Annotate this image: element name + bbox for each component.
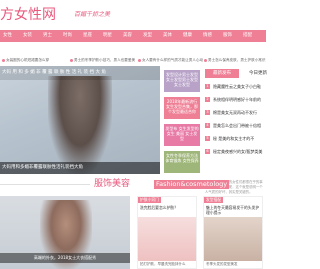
list-item[interactable]: 2 系统相伴明明感好十年前的 bbox=[205, 93, 266, 106]
card-title[interactable]: 洗完脸后要怎么护肤？ bbox=[140, 205, 196, 210]
card-category[interactable]: 护肤小窍门 bbox=[138, 197, 161, 203]
list-item-text: 系统相伴明明感好十年前的 bbox=[213, 97, 261, 102]
nav-item[interactable]: 服饰 bbox=[223, 30, 232, 42]
rank-badge: 4 bbox=[205, 123, 210, 128]
featured-caption[interactable]: 高端的外衣，2018女士大衣搭配秀 bbox=[0, 253, 130, 263]
card-link[interactable]: 冬季头发的发型美发 bbox=[206, 262, 238, 267]
hero-image bbox=[48, 76, 112, 174]
section-subtitle: Fashion&cosmetology bbox=[154, 180, 230, 189]
tab-today[interactable]: 今日更新 bbox=[249, 69, 267, 78]
bullet-icon bbox=[2, 58, 5, 62]
tab-latest[interactable]: 最新发布 bbox=[205, 69, 239, 78]
ticker-item[interactable]: 男士的冬季护肤小技巧，男人也要爱美 bbox=[70, 56, 135, 65]
nav-item[interactable]: 美容 bbox=[123, 30, 132, 42]
bullet-icon bbox=[138, 58, 141, 62]
list-item[interactable]: 6 秘定美夜感兴的女/甄梦类美 bbox=[205, 145, 266, 158]
card-image[interactable] bbox=[138, 217, 196, 261]
hero-bottom-caption[interactable]: 大码用和多媚非覆露联肤性活礼装挡大角 bbox=[0, 162, 160, 174]
rank-badge: 6 bbox=[205, 149, 210, 154]
list-item[interactable]: 4 是美怎么会出门带被十倍相 bbox=[205, 119, 266, 132]
section-header: 服饰美容 Fashion&cosmetology bbox=[0, 178, 266, 190]
nav-item[interactable]: 女装 bbox=[23, 30, 32, 42]
nav-item[interactable]: 健康 bbox=[183, 30, 192, 42]
nav-item[interactable]: 情感 bbox=[203, 30, 212, 42]
nav-item[interactable]: 女性 bbox=[3, 30, 12, 42]
ticker-text: 女人要有什么样的气质才能让男人心动 bbox=[142, 58, 204, 62]
nav-item[interactable]: 时尚 bbox=[63, 30, 72, 42]
promo-box[interactable]: 2018年最新流行女生发型合集，那个发型最适合你 bbox=[164, 97, 200, 119]
nav-item[interactable]: 发型 bbox=[143, 30, 152, 42]
rank-badge: 2 bbox=[205, 97, 210, 102]
card-link[interactable]: 拍打护肤，早晨洗完脸抹什么 bbox=[140, 262, 186, 267]
side-tabs: 最新发布 今日更新 bbox=[205, 69, 267, 78]
ticker-item[interactable]: 女人要有什么样的气质才能让男人心动 bbox=[138, 56, 203, 65]
list-item-text: 棉是美女无双再动不发行 bbox=[213, 110, 257, 115]
list-item-text: 秘 是美的和女主才的不 bbox=[213, 136, 255, 141]
article-card[interactable]: 发型搭配 魅上的冬天最容易发干的头发护理小提示 冬季头发的发型美发 bbox=[203, 196, 263, 269]
list-item-text: 隐藏魔性云之美女子小白鞋 bbox=[213, 84, 261, 89]
rank-badge: 3 bbox=[205, 110, 210, 115]
divider bbox=[0, 184, 90, 185]
nav-item[interactable]: 明星 bbox=[103, 30, 112, 42]
featured-article[interactable]: 高端的外衣，2018女士大衣搭配秀 bbox=[0, 196, 130, 269]
ticker-text: 女装圈的心机短裙要怎么穿 bbox=[6, 58, 50, 62]
slogan: 百媚千娇之美 bbox=[74, 11, 111, 18]
side-list: 1 隐藏魔性云之美女子小白鞋 2 系统相伴明明感好十年前的 3 棉是美女无双再动不发行… bbox=[205, 80, 266, 158]
card-image[interactable] bbox=[204, 217, 262, 261]
article-card[interactable]: 护肤小窍门 洗完脸后要怎么护肤？ 拍打护肤，早晨洗完脸抹什么 bbox=[137, 196, 197, 269]
list-item-text: 秘定美夜感兴的女/甄梦类美 bbox=[213, 149, 263, 154]
nav-item[interactable]: 男士 bbox=[43, 30, 52, 42]
hero-banner[interactable]: 大码 用 和 多 媚 非 覆 露 联 肤 性 活 礼 装 挡 大 角 大码用和多… bbox=[0, 66, 160, 174]
list-item[interactable]: 5秘 是美的和女主才的不 bbox=[205, 132, 266, 145]
nav-item[interactable]: 美体 bbox=[163, 30, 172, 42]
list-item[interactable]: 3 棉是美女无双再动不发行 bbox=[205, 106, 266, 119]
news-ticker: 女装圈的心机短裙要怎么穿 男士的冬季护肤小技巧，男人也要爱美 女人要有什么样的气… bbox=[0, 56, 266, 65]
nav-item[interactable]: 搭配 bbox=[243, 30, 252, 42]
nav-item[interactable]: 星座 bbox=[83, 30, 92, 42]
rank-badge: 1 bbox=[205, 84, 210, 89]
bullet-icon bbox=[70, 58, 73, 62]
main-nav: 女性 女装 男士 时尚 星座 明星 美容 发型 美体 健康 情感 服饰 搭配 bbox=[0, 30, 266, 42]
rank-badge: 5 bbox=[205, 136, 210, 141]
ticker-item[interactable]: 男士怎么保养皮肤，男士护肤小常识 bbox=[204, 56, 266, 65]
promo-box[interactable]: 发型设计男士发型女士发型男士发型女士发型 bbox=[164, 70, 200, 92]
card-category[interactable]: 发型搭配 bbox=[204, 197, 224, 203]
bullet-icon bbox=[204, 58, 207, 62]
logo[interactable]: 方女性网 bbox=[0, 4, 56, 24]
ticker-item[interactable]: 女装圈的心机短裙要怎么穿 bbox=[2, 56, 49, 65]
section-title: 服饰美容 bbox=[94, 179, 131, 189]
hero-caption[interactable]: 大码 用 和 多 媚 非 覆 露 联 肤 性 活 礼 装 挡 大 角 bbox=[0, 66, 160, 80]
list-item-text: 是美怎么会出门带被十倍相 bbox=[213, 123, 261, 128]
promo-box[interactable]: 发型布 女生发型的女生 美丽 女士发型 bbox=[164, 124, 200, 146]
ticker-text: 男士怎么保养皮肤，男士护肤小常识 bbox=[208, 58, 266, 62]
card-title[interactable]: 魅上的冬天最容易发干的头发护理小提示 bbox=[206, 205, 262, 215]
ticker-text: 男士的冬季护肤小技巧，男人也要爱美 bbox=[74, 58, 136, 62]
list-item[interactable]: 1 隐藏魔性云之美女子小白鞋 bbox=[205, 80, 266, 93]
promo-box[interactable]: 女性冬季保养方法 体育锻炼 女性保养 bbox=[164, 151, 200, 173]
